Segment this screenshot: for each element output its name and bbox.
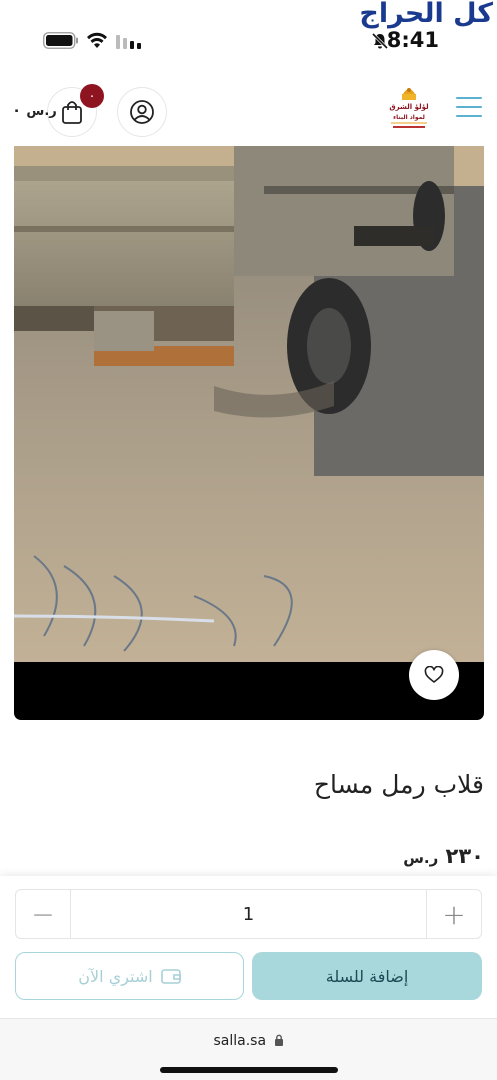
account-button[interactable] <box>117 87 167 137</box>
cart-total: ر.س ٠ <box>12 101 57 119</box>
bell-off-icon <box>371 32 389 50</box>
quantity-stepper: − 1 + <box>15 889 482 939</box>
status-bar: كل الحراج 8:41 <box>0 0 497 62</box>
increase-quantity-button[interactable]: + <box>426 890 481 938</box>
add-to-cart-label: إضافة للسلة <box>325 966 409 986</box>
product-title: قلاب رمل مساح <box>313 770 484 799</box>
store-header: لؤلؤ الشرق لمواد البناء ٠ ر.س ٠ <box>0 62 497 146</box>
battery-icon <box>43 32 78 49</box>
hamburger-menu-icon[interactable] <box>456 97 482 119</box>
status-time: 8:41 <box>386 28 439 52</box>
svg-text:لؤلؤ الشرق: لؤلؤ الشرق <box>389 103 429 111</box>
svg-text:لمواد البناء: لمواد البناء <box>393 114 425 121</box>
heart-icon <box>424 666 444 683</box>
decrease-quantity-button[interactable]: − <box>16 890 71 938</box>
buy-now-label: اشتري الآن <box>78 966 153 986</box>
cart-count-badge: ٠ <box>80 84 104 108</box>
currency-symbol: ر.س <box>403 849 439 867</box>
purchase-bar: − 1 + اشتري الآن إضافة للسلة <box>0 876 497 1018</box>
wallet-icon <box>160 969 181 984</box>
currency-symbol: ر.س <box>26 104 57 119</box>
browser-url-bar[interactable]: salla.sa <box>0 1018 497 1080</box>
product-image-gallery[interactable] <box>14 146 484 720</box>
url-display[interactable]: salla.sa <box>0 1033 497 1049</box>
quantity-input[interactable]: 1 <box>71 890 426 938</box>
wifi-icon <box>87 32 107 48</box>
store-logo[interactable]: لؤلؤ الشرق لمواد البناء <box>385 82 433 134</box>
home-indicator <box>160 1067 338 1073</box>
shopping-bag-icon <box>62 101 82 124</box>
buy-now-button[interactable]: اشتري الآن <box>15 952 244 1000</box>
signal-icon <box>116 35 141 49</box>
price-value: ٢٣٠ <box>445 844 484 868</box>
product-photo <box>14 146 484 662</box>
cart-total-value: ٠ <box>12 101 22 119</box>
brand-watermark: كل الحراج <box>359 0 493 29</box>
product-price: ٢٣٠ ر.س <box>403 844 484 868</box>
wishlist-button[interactable] <box>409 650 459 700</box>
url-text: salla.sa <box>213 1033 267 1049</box>
user-icon <box>130 100 154 124</box>
add-to-cart-button[interactable]: إضافة للسلة <box>252 952 482 1000</box>
lock-icon <box>274 1034 283 1046</box>
